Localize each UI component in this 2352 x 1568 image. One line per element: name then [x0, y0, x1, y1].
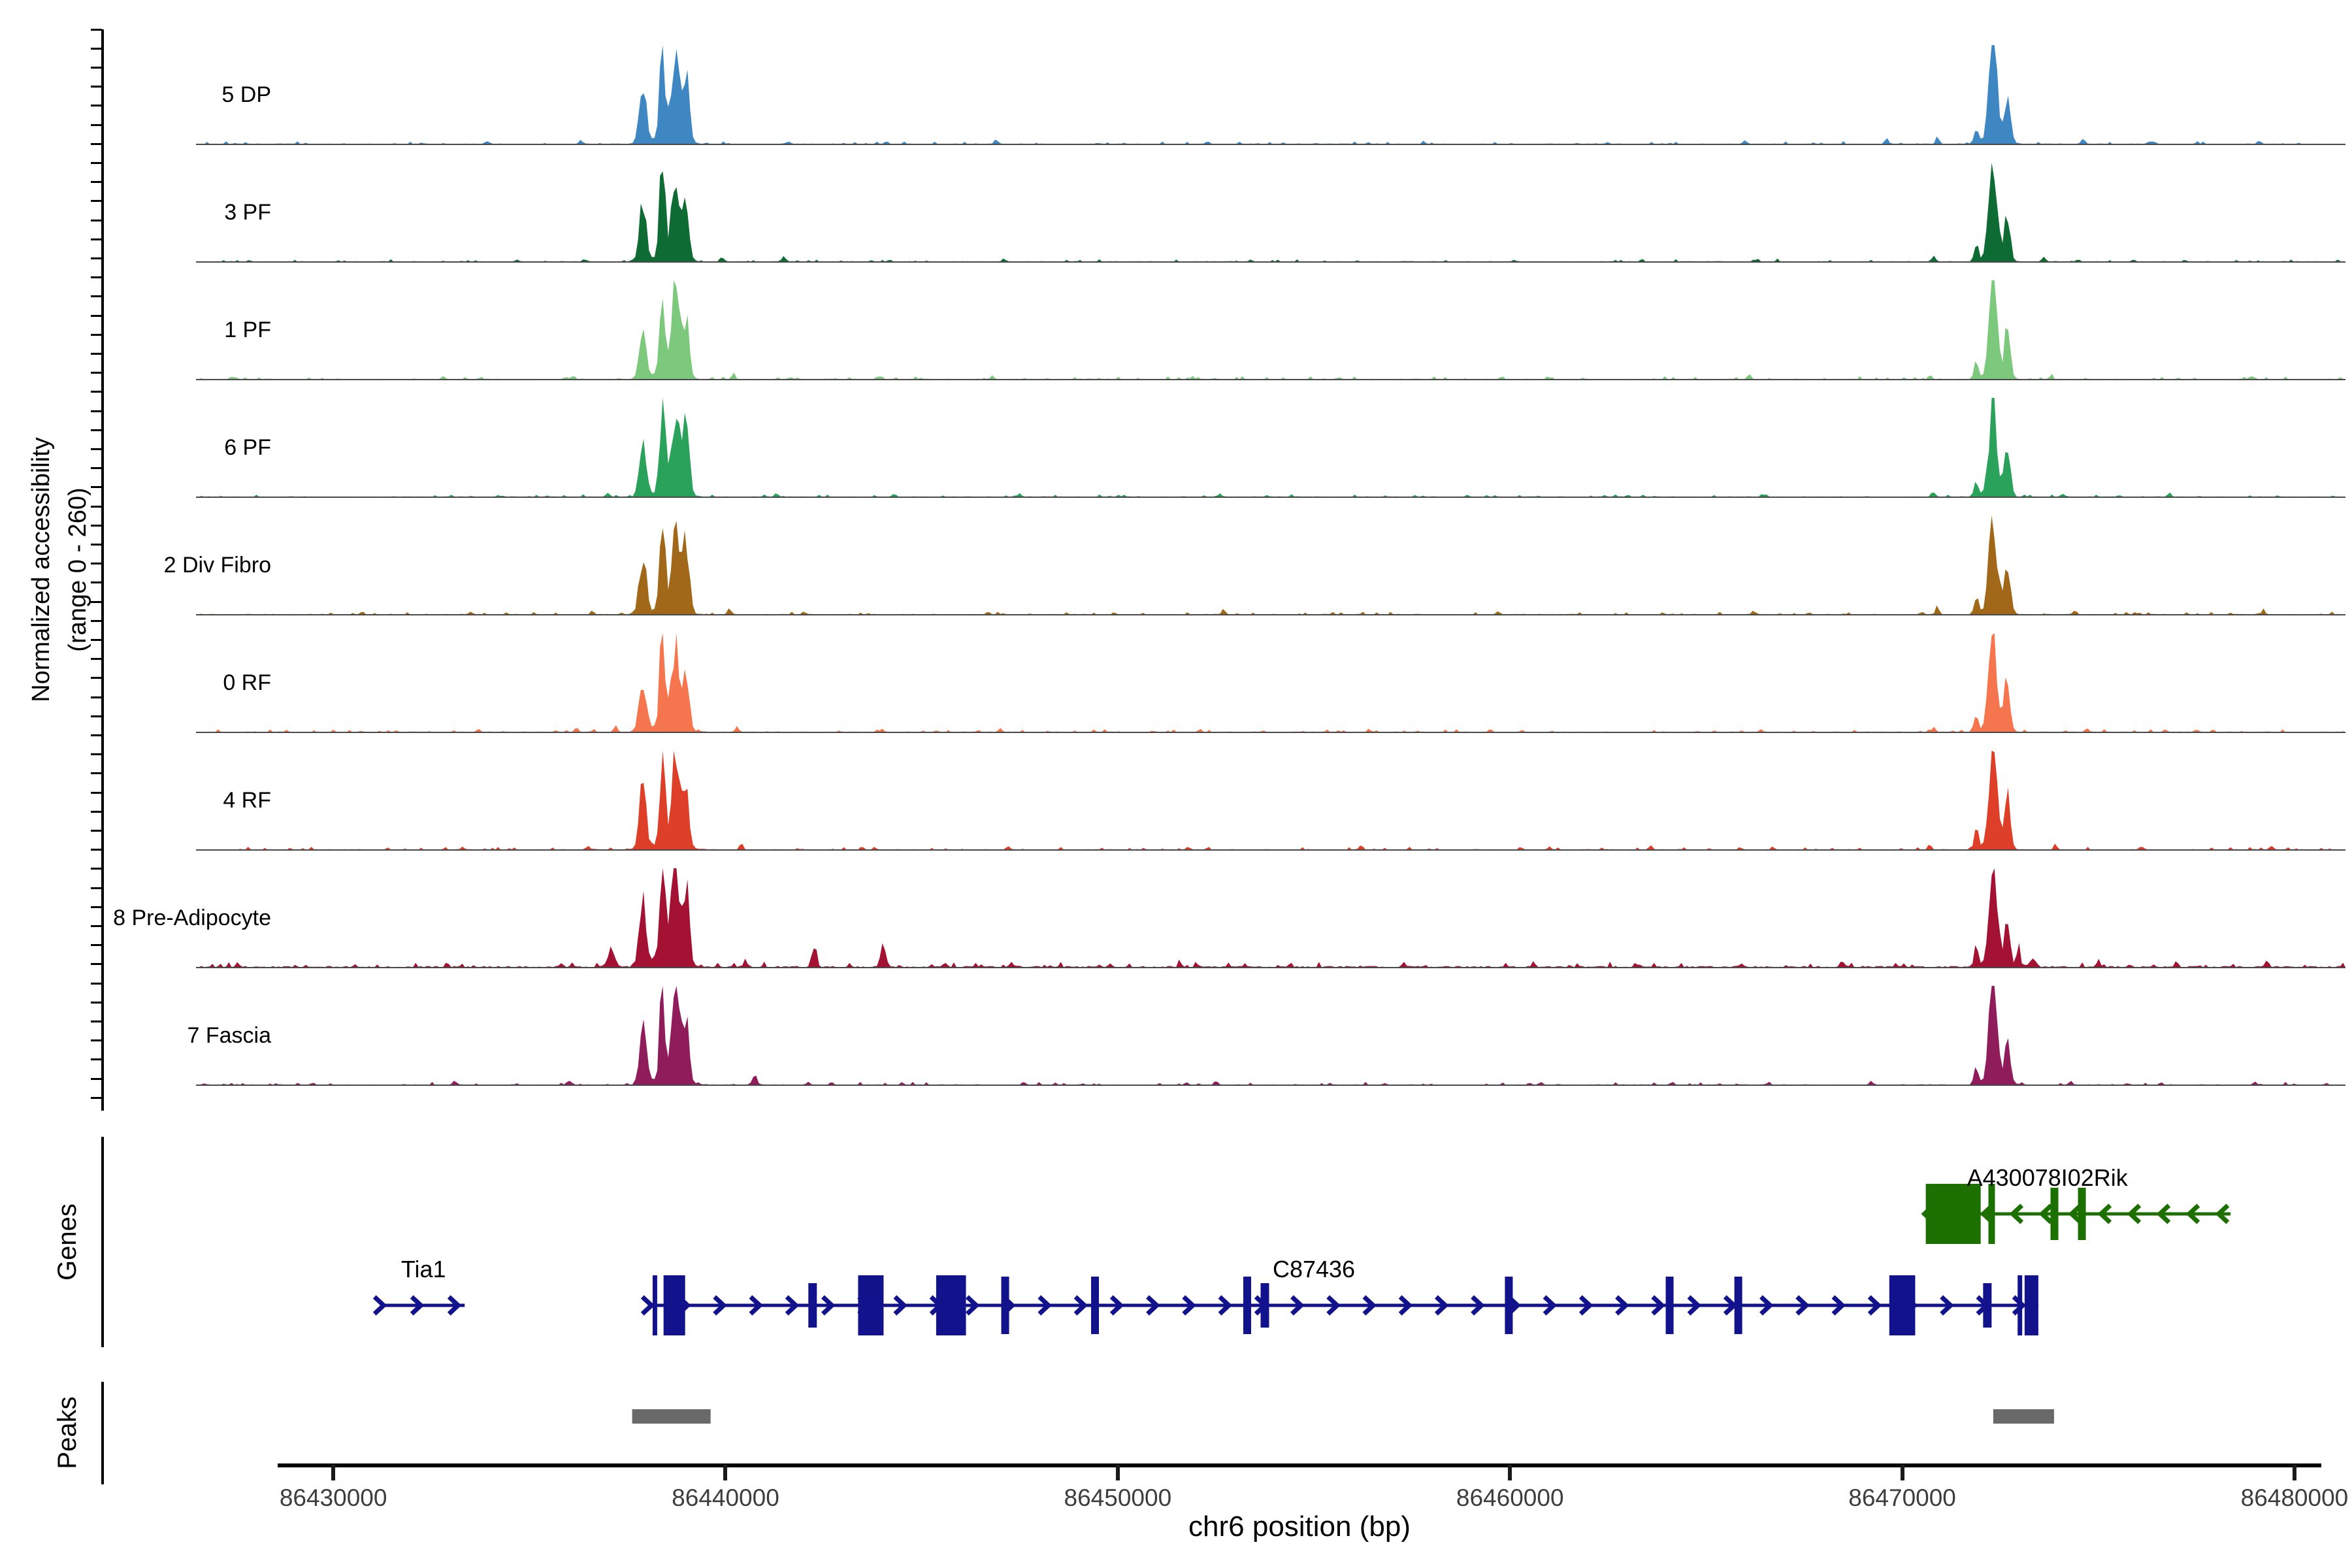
- x-axis-title: chr6 position (bp): [1188, 1511, 1411, 1543]
- exon-block: [936, 1275, 966, 1335]
- x-axis-tick: [1901, 1465, 1904, 1480]
- gene-label-C87436: C87436: [1273, 1256, 1355, 1283]
- exon-tick: [2051, 1188, 2059, 1240]
- exon-tick: [1260, 1283, 1269, 1328]
- exon-block: [1926, 1184, 1981, 1244]
- called-peak-region: [1993, 1409, 2054, 1424]
- exon-tick: [1983, 1283, 1991, 1328]
- x-axis-tick-label: 86480000: [2241, 1484, 2349, 1512]
- exon-tick: [1505, 1277, 1512, 1334]
- x-axis-tick: [1508, 1465, 1512, 1480]
- exon-tick: [1988, 1184, 1995, 1244]
- exon-tick: [1002, 1277, 1009, 1334]
- exon-tick: [1666, 1277, 1674, 1334]
- exon-tick: [1735, 1277, 1742, 1334]
- exon-block: [1889, 1275, 1916, 1335]
- x-axis-tick: [331, 1465, 335, 1480]
- x-axis-tick-label: 86450000: [1064, 1484, 1172, 1512]
- gene-model-A430078I02Rik: [1925, 1184, 2230, 1244]
- gene-model-Tia1: [374, 1297, 465, 1314]
- strand-arrow-icon: [642, 1297, 651, 1314]
- exon-tick: [653, 1275, 657, 1335]
- gene-model-C87436: [642, 1275, 2038, 1335]
- gene-and-peaks-layer: [0, 0, 2352, 1568]
- gene-label-Tia1: Tia1: [401, 1256, 446, 1283]
- x-axis-tick-label: 86470000: [1848, 1484, 1956, 1512]
- strand-arrow-icon: [374, 1297, 384, 1314]
- x-axis-tick: [2293, 1465, 2296, 1480]
- called-peak-region: [632, 1409, 711, 1424]
- x-axis-tick-label: 86440000: [672, 1484, 779, 1512]
- exon-block: [2025, 1275, 2038, 1335]
- exon-tick: [1091, 1277, 1099, 1334]
- x-axis-line: [278, 1463, 2321, 1467]
- exon-block: [664, 1275, 685, 1335]
- genome-browser-figure: Normalized accessibility (range 0 - 260)…: [0, 0, 2352, 1568]
- x-axis-tick-label: 86460000: [1456, 1484, 1564, 1512]
- x-axis-tick: [1116, 1465, 1120, 1480]
- exon-block: [858, 1275, 883, 1335]
- exon-tick: [2017, 1275, 2022, 1335]
- exon-tick: [808, 1283, 817, 1328]
- x-axis-tick: [723, 1465, 727, 1480]
- exon-tick: [2078, 1188, 2086, 1240]
- gene-label-A430078I02Rik: A430078I02Rik: [1967, 1164, 2128, 1192]
- exon-tick: [1243, 1277, 1251, 1334]
- x-axis-tick-label: 86430000: [280, 1484, 387, 1512]
